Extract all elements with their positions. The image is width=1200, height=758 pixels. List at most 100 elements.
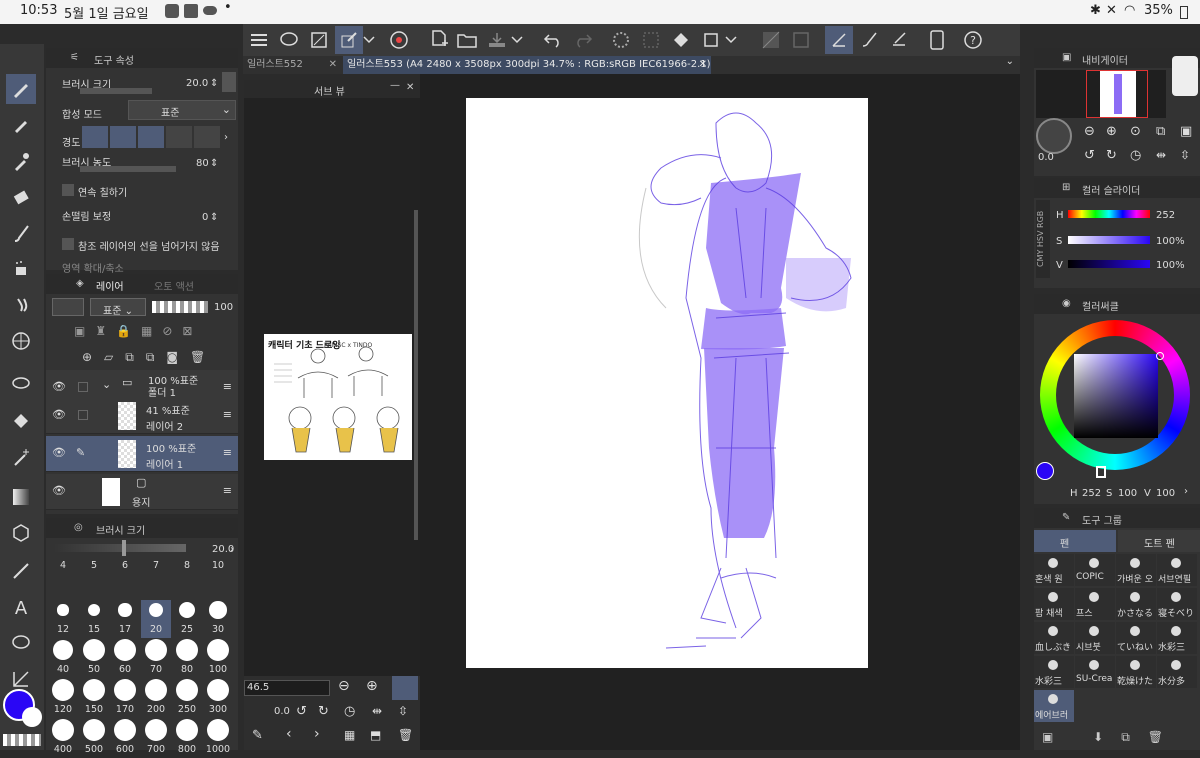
flip-horizontal-icon[interactable]: ⇹	[372, 704, 382, 718]
eye-icon[interactable]: 👁	[52, 408, 66, 421]
sub-tool-item[interactable]: 서브연필	[1157, 554, 1197, 586]
flip-vertical-icon[interactable]: ⇳	[1180, 148, 1190, 162]
tab-auto-action[interactable]: 오토 액션	[154, 278, 194, 293]
flip-horizontal-icon[interactable]: ⇹	[1156, 148, 1166, 162]
save-icon[interactable]	[483, 26, 511, 54]
airbrush-icon[interactable]	[6, 254, 36, 284]
sub-tool-item[interactable]: 가벼운 오	[1116, 554, 1156, 586]
brush-size-option[interactable]: 70	[141, 639, 171, 678]
layer-action-icons[interactable]: ⊕▱⧉⧉◙🗑	[82, 350, 238, 364]
brush-size-option[interactable]: 200	[141, 679, 171, 718]
saturation-slider[interactable]	[1068, 236, 1150, 244]
sub-tool-item[interactable]: SU-Crea	[1075, 656, 1115, 688]
brush-size-option[interactable]: 25	[172, 600, 202, 638]
minimize-icon[interactable]: —	[390, 80, 400, 91]
brush-size-option[interactable]: 30	[203, 600, 233, 638]
tab-pen[interactable]: 펜	[1034, 530, 1116, 552]
eye-icon[interactable]: 👁	[52, 380, 66, 393]
blend-tool-icon[interactable]	[6, 290, 36, 320]
zoom-in-icon[interactable]: ⊕	[1106, 124, 1117, 139]
previous-icon[interactable]: ‹	[286, 726, 292, 742]
sub-tool-item[interactable]: 프스	[1075, 588, 1115, 620]
chevron-down-icon[interactable]: ⌄	[1006, 56, 1014, 67]
brush-size-option[interactable]: 400	[48, 719, 78, 758]
navigator-toggle-button[interactable]	[1172, 56, 1198, 96]
brush-size-option[interactable]: 500	[79, 719, 109, 758]
sub-tool-item[interactable]: 寝そべり	[1157, 588, 1197, 620]
close-icon[interactable]: ✕	[329, 56, 337, 74]
3d-object-icon[interactable]	[6, 518, 36, 548]
line-tool-icon[interactable]	[6, 556, 36, 586]
figure-tool-icon[interactable]	[6, 326, 36, 356]
layer-blend-select[interactable]: 표준 ⌄	[90, 298, 146, 317]
reference-layer-checkbox[interactable]	[62, 238, 74, 250]
help-icon[interactable]: ?	[959, 26, 987, 54]
brush-size-thumb[interactable]	[122, 540, 126, 556]
brush-size-option[interactable]: 600	[110, 719, 140, 758]
brush-size-option[interactable]: 300	[203, 679, 233, 718]
zoom-out-icon[interactable]: ⊖	[338, 678, 350, 694]
sub-tool-item[interactable]: 水分多	[1157, 656, 1197, 688]
fill-icon[interactable]	[667, 26, 695, 54]
redo-icon[interactable]	[569, 26, 597, 54]
chevron-down-icon[interactable]: ⌄	[102, 378, 111, 391]
trash-icon[interactable]: 🗑	[398, 728, 413, 742]
next-icon[interactable]: ›	[314, 726, 320, 742]
layer-row-2[interactable]: 👁 41 %표준 레이어 2 ≡	[46, 398, 238, 434]
blend-mode-select[interactable]: 표준 ⌄	[128, 100, 236, 120]
brush-size-option[interactable]: 4	[48, 560, 78, 598]
close-icon[interactable]: ✕	[406, 82, 414, 93]
zoom-in-icon[interactable]: ⊕	[366, 678, 378, 694]
brush-size-option[interactable]: 120	[48, 679, 78, 718]
drag-handle-icon[interactable]: ≡	[223, 408, 232, 421]
pen-tool-icon[interactable]	[6, 74, 36, 104]
rotate-view-button[interactable]	[1036, 118, 1072, 154]
fill-window-icon[interactable]: ▣	[1180, 124, 1192, 139]
layer-check[interactable]	[78, 410, 88, 420]
sub-tool-item[interactable]: 팜 채색	[1034, 588, 1074, 620]
chevron-right-icon[interactable]: ›	[1184, 486, 1188, 497]
brush-size-option[interactable]: 250	[172, 679, 202, 718]
close-icon[interactable]: ✕	[699, 56, 707, 74]
fill-bucket-icon[interactable]	[6, 406, 36, 436]
brush-size-option[interactable]: 100	[203, 639, 233, 678]
tool-group-actions[interactable]: ▣ ⬇⧉🗑	[1034, 726, 1200, 750]
tab-rgb[interactable]: RGB	[1036, 211, 1045, 228]
tab-hsv[interactable]: HSV	[1036, 231, 1045, 248]
balloon-tool-icon[interactable]	[6, 628, 36, 658]
rotate-left-icon[interactable]: ↺	[296, 704, 307, 719]
layer-color-select[interactable]	[52, 298, 84, 316]
eyedropper-icon[interactable]	[6, 146, 36, 176]
eye-icon[interactable]: 👁	[52, 484, 66, 497]
brush-size-option[interactable]: 7	[141, 560, 171, 598]
snap-ruler-icon[interactable]	[825, 26, 853, 54]
flip-vertical-icon[interactable]: ⇳	[398, 704, 408, 718]
density-slider[interactable]	[80, 166, 176, 172]
brush-size-track[interactable]	[54, 544, 186, 552]
layer-opacity-slider[interactable]	[152, 301, 208, 313]
pen-mode-icon[interactable]	[335, 26, 363, 54]
transparency-icon[interactable]	[757, 26, 785, 54]
sub-tool-item[interactable]: 시브붓	[1075, 622, 1115, 654]
transform-icon[interactable]	[305, 26, 333, 54]
brush-size-option[interactable]: 150	[79, 679, 109, 718]
rotate-left-icon[interactable]: ↺	[1084, 148, 1095, 163]
brush-tool-icon[interactable]	[855, 26, 883, 54]
tab-layer[interactable]: 레이어	[96, 278, 124, 293]
sub-tool-item[interactable]: ていねい	[1116, 622, 1156, 654]
sub-tool-item[interactable]: COPIC	[1075, 554, 1115, 586]
chevron-up-down-icon[interactable]: ⇕	[210, 212, 218, 223]
sub-tool-item[interactable]: 에어브러	[1034, 690, 1074, 722]
fit-icon[interactable]: ⧉	[1156, 124, 1165, 139]
reset-rotation-icon[interactable]: ◷	[344, 704, 355, 719]
edge-icon[interactable]	[885, 26, 913, 54]
brush-size-option[interactable]: 10	[203, 560, 233, 598]
smartphone-icon[interactable]	[923, 26, 951, 54]
reset-rotation-icon[interactable]: ◷	[1130, 148, 1141, 163]
brush-size-option[interactable]: 800	[172, 719, 202, 758]
chevron-up-down-icon[interactable]: ⇕	[210, 78, 218, 89]
sub-tool-item[interactable]: 水彩三	[1034, 656, 1074, 688]
brush-size-option[interactable]: 17	[110, 600, 140, 638]
brush-size-option[interactable]: 170	[110, 679, 140, 718]
brush-size-option[interactable]: 1000	[203, 719, 233, 758]
